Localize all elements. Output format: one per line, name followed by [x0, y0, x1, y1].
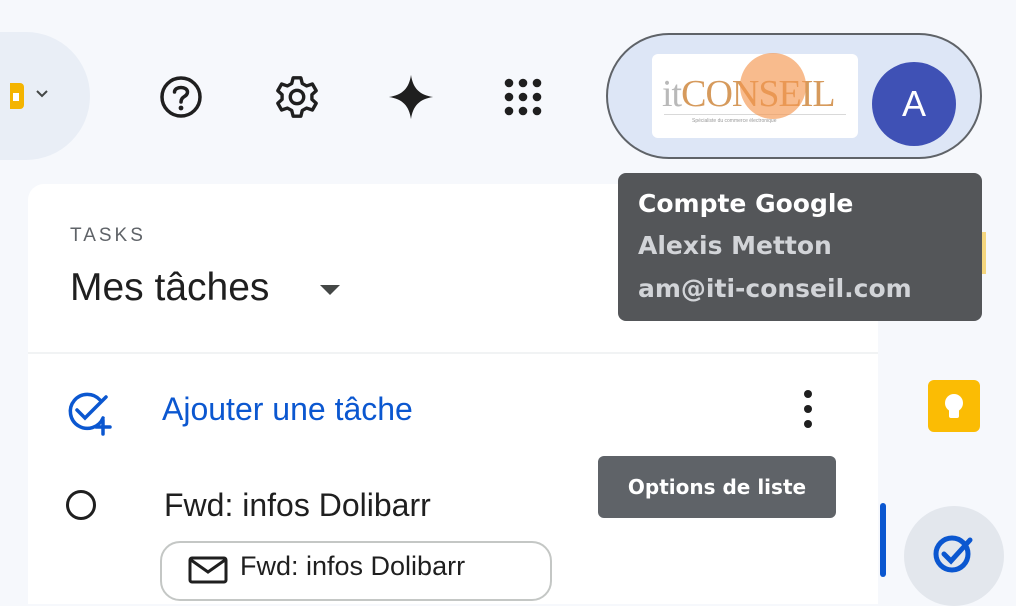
tooltip-list-options: Options de liste [598, 456, 836, 518]
avatar[interactable]: A [872, 62, 956, 146]
cursor-highlight [740, 53, 806, 119]
divider [28, 352, 878, 354]
calendar-icon [10, 83, 24, 109]
add-task-icon[interactable] [66, 388, 118, 436]
chip-label: Fwd: infos Dolibarr [240, 551, 466, 581]
add-task-button[interactable]: Ajouter une tâche [162, 391, 413, 428]
chevron-down-icon[interactable] [34, 86, 50, 102]
logo-tagline: Spécialiste du commerce électronique [692, 118, 777, 124]
tooltip-account-name: Alexis Metton [638, 231, 832, 260]
gear-icon [276, 76, 318, 118]
tooltip-google-account: Compte Google Alexis Metton am@iti-conse… [618, 173, 982, 321]
settings-button[interactable] [272, 72, 322, 122]
help-icon [160, 76, 202, 118]
mail-icon [188, 556, 228, 584]
caret-down-icon[interactable] [318, 283, 342, 297]
apps-button[interactable] [498, 72, 548, 122]
avatar-letter: A [901, 83, 926, 124]
tooltip-title: Compte Google [638, 189, 854, 218]
help-button[interactable] [156, 72, 206, 122]
apps-grid-icon [504, 78, 542, 116]
panel-section-label: TASKS [70, 225, 146, 246]
tooltip-account-email: am@iti-conseil.com [638, 274, 912, 303]
list-selector[interactable]: Mes tâches [70, 266, 269, 310]
task-title[interactable]: Fwd: infos Dolibarr [164, 487, 431, 524]
lightbulb-base [949, 410, 959, 418]
sparkle-icon [388, 74, 434, 120]
active-indicator [880, 503, 886, 577]
tasks-icon [933, 535, 973, 573]
gemini-button[interactable] [386, 72, 436, 122]
more-vert-icon[interactable] [796, 388, 820, 430]
task-complete-checkbox[interactable] [66, 490, 96, 520]
